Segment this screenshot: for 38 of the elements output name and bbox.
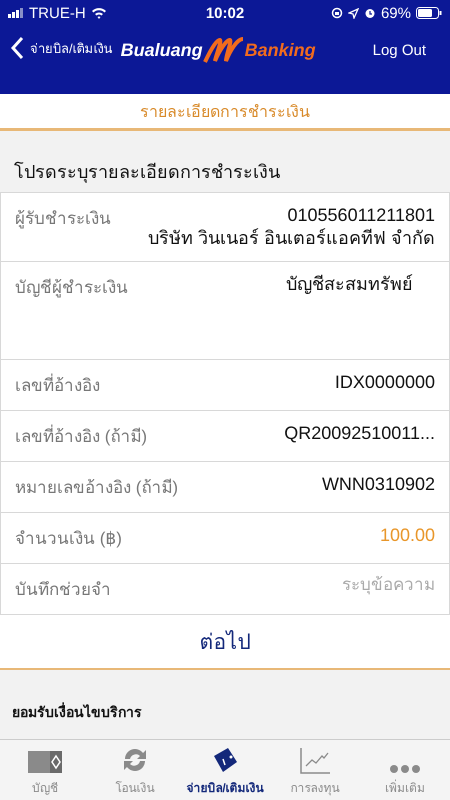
field-value: บัญชีสะสมทรัพย์ — [286, 273, 413, 296]
refresh-icon — [121, 746, 149, 774]
section-title: รายละเอียดการชำระเงิน — [0, 94, 450, 131]
chart-icon — [300, 748, 330, 774]
logo-text: Banking — [244, 40, 316, 60]
card-icon — [28, 748, 62, 774]
back-button[interactable]: จ่ายบิล/เติมเงิน — [0, 36, 113, 60]
signal-icon — [8, 8, 24, 18]
field-value: IDX0000000 — [334, 371, 435, 394]
battery-icon — [416, 7, 442, 19]
terms-link[interactable]: ยอมรับเงื่อนไขบริการ — [0, 701, 450, 739]
field-label: หมายเลขอ้างอิง (ถ้ามี) — [15, 477, 178, 499]
field-value: 010556011211801 — [288, 204, 435, 226]
logout-button[interactable]: Log Out — [366, 36, 432, 64]
clock-time: 10:02 — [206, 4, 244, 22]
location-icon — [348, 8, 359, 18]
field-label: บัญชีผู้ชำระเงิน — [15, 277, 128, 300]
wallet-icon — [211, 746, 239, 774]
field-value: WNN0310902 — [322, 473, 435, 496]
field-value: QR20092510011... — [284, 422, 435, 444]
field-label: จำนวนเงิน (฿) — [15, 528, 122, 550]
field-value: บริษัท วินเนอร์ อินเตอร์แอคทีฟ จำกัด — [148, 226, 435, 249]
battery-percent: 69% — [380, 4, 411, 22]
field-label: ผู้รับชำระเงิน — [15, 208, 111, 230]
rotation-lock-icon — [330, 7, 343, 19]
more-icon — [389, 764, 421, 774]
field-label: เลขที่อ้างอิง — [15, 371, 100, 398]
field-label: เลขที่อ้างอิง (ถ้ามี) — [15, 422, 148, 449]
logo-text: Bualuang — [120, 40, 203, 60]
amount-value: 100.00 — [380, 524, 435, 546]
next-button[interactable]: ต่อไป — [0, 614, 450, 670]
carrier-name: TRUE-H — [29, 4, 86, 22]
field-label: บันทึกช่วยจำ — [15, 579, 111, 601]
logo-m-icon — [202, 37, 245, 63]
tab-item[interactable]: จ่ายบิล/เติมเงิน — [180, 740, 270, 800]
instruction-text: โปรดระบุรายละเอียดการชำระเงิน — [13, 160, 281, 185]
back-chevron-icon — [10, 36, 24, 60]
wifi-icon — [90, 7, 107, 19]
